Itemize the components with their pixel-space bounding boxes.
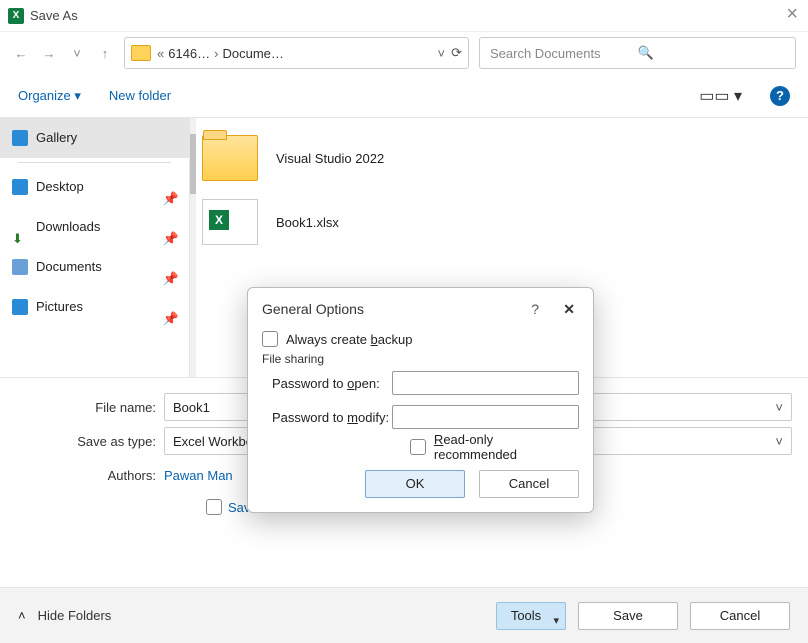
help-icon[interactable]: ? <box>531 298 539 320</box>
recent-dropdown-icon[interactable]: ˅ <box>68 46 86 61</box>
folder-icon <box>202 135 258 181</box>
sidebar-item-documents[interactable]: Documents 📌 <box>0 247 189 287</box>
nav-bar: ← → ˅ ↑ « 6146… › Docume… ˅ ⟳ Search Doc… <box>0 32 808 74</box>
search-input[interactable]: Search Documents 🔍 <box>479 37 796 69</box>
password-open-input[interactable] <box>392 371 579 395</box>
cancel-button[interactable]: Cancel <box>690 602 790 630</box>
general-options-dialog: General Options ? ✕ Always create backup… <box>247 287 594 513</box>
separator <box>18 162 171 163</box>
sidebar-item-downloads[interactable]: ⬇ Downloads 📌 <box>0 207 189 247</box>
close-icon[interactable]: ✕ <box>563 298 575 320</box>
chevron-down-icon[interactable]: ˅ <box>438 46 446 61</box>
title-bar: X Save As × <box>0 0 808 32</box>
documents-icon <box>12 259 28 275</box>
file-label: Book1.xlsx <box>276 215 339 230</box>
password-open-label: Password to open: <box>262 376 392 391</box>
save-type-label: Save as type: <box>16 434 164 449</box>
new-folder-button[interactable]: New folder <box>109 88 171 103</box>
tools-menu[interactable]: Tools <box>496 602 566 630</box>
breadcrumb-segment[interactable]: 6146… <box>164 46 214 61</box>
password-modify-input[interactable] <box>392 405 579 429</box>
file-sharing-heading: File sharing <box>262 352 579 366</box>
authors-value[interactable]: Pawan Man <box>164 468 233 483</box>
downloads-icon: ⬇ <box>12 219 28 235</box>
readonly-checkbox[interactable] <box>410 439 426 455</box>
folder-item[interactable]: Visual Studio 2022 <box>202 126 796 190</box>
dialog-title-bar: General Options ? ✕ <box>262 298 579 326</box>
always-backup-checkbox[interactable] <box>262 331 278 347</box>
window-title: Save As <box>30 8 78 23</box>
breadcrumb-segment[interactable]: Docume… <box>219 46 288 61</box>
cancel-button[interactable]: Cancel <box>479 470 579 498</box>
chevron-up-icon[interactable]: ˄ <box>18 608 26 623</box>
forward-icon[interactable]: → <box>40 46 58 61</box>
always-backup-label: Always create backup <box>286 332 412 347</box>
search-icon[interactable]: 🔍 <box>638 45 786 61</box>
up-icon[interactable]: ↑ <box>96 46 114 61</box>
breadcrumb-chevron: « <box>157 46 164 61</box>
organize-menu[interactable]: Organize ▾ <box>18 88 81 104</box>
dialog-footer: ˄ Hide Folders Tools Save Cancel <box>0 587 808 643</box>
desktop-icon <box>12 179 28 195</box>
organize-toolbar: Organize ▾ New folder ▭▭ ▾ ? <box>0 74 808 118</box>
refresh-icon[interactable]: ⟳ <box>451 45 462 61</box>
sidebar: Gallery Desktop 📌 ⬇ Downloads 📌 Document… <box>0 118 190 377</box>
close-icon[interactable]: × <box>786 4 798 24</box>
password-modify-label: Password to modify: <box>262 410 392 425</box>
excel-icon: X <box>8 8 24 24</box>
save-thumbnail-checkbox[interactable] <box>206 499 222 515</box>
sidebar-item-gallery[interactable]: Gallery <box>0 118 189 158</box>
authors-label: Authors: <box>16 468 164 483</box>
folder-icon <box>131 45 151 61</box>
file-item[interactable]: Book1.xlsx <box>202 190 796 254</box>
help-icon[interactable]: ? <box>770 86 790 106</box>
address-bar[interactable]: « 6146… › Docume… ˅ ⟳ <box>124 37 469 69</box>
sidebar-item-pictures[interactable]: Pictures 📌 <box>0 287 189 327</box>
dialog-title: General Options <box>262 301 364 317</box>
pictures-icon <box>12 299 28 315</box>
chevron-down-icon[interactable]: ˅ <box>775 400 783 415</box>
hide-folders-button[interactable]: Hide Folders <box>38 608 112 623</box>
excel-file-icon <box>202 199 258 245</box>
readonly-label: Read-only recommended <box>434 432 579 462</box>
chevron-down-icon[interactable]: ˅ <box>775 434 783 449</box>
file-label: Visual Studio 2022 <box>276 151 384 166</box>
sidebar-item-desktop[interactable]: Desktop 📌 <box>0 167 189 207</box>
save-button[interactable]: Save <box>578 602 678 630</box>
ok-button[interactable]: OK <box>365 470 465 498</box>
back-icon[interactable]: ← <box>12 46 30 61</box>
gallery-icon <box>12 130 28 146</box>
search-placeholder: Search Documents <box>490 46 638 61</box>
file-name-label: File name: <box>16 400 164 415</box>
view-options-button[interactable]: ▭▭ ▾ <box>699 86 742 106</box>
pin-icon[interactable]: 📌 <box>163 299 179 339</box>
sidebar-scrollbar[interactable] <box>190 118 196 377</box>
